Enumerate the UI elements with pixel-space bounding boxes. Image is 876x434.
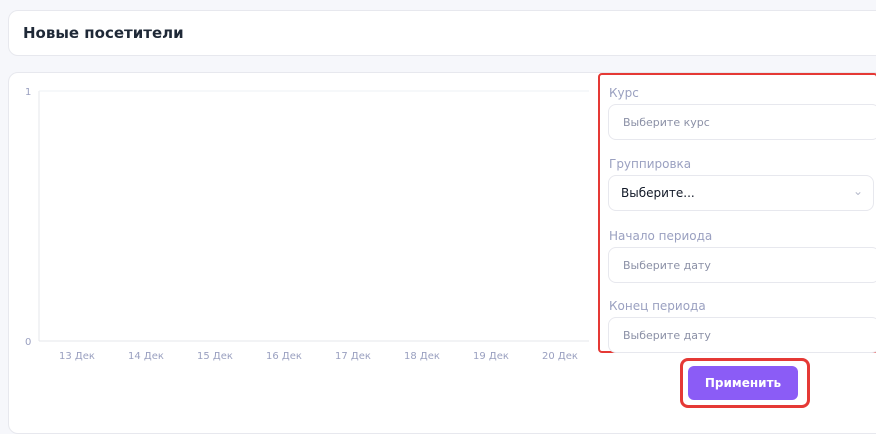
x-tick-label: 18 Дек (404, 351, 440, 362)
end-period-label: Конец периода (609, 299, 706, 313)
grouping-select-value: Выберите... (621, 186, 695, 200)
grouping-label: Группировка (609, 157, 692, 171)
x-tick-label: 15 Дек (197, 351, 233, 362)
chart-svg: 1 0 13 Дек 14 Дек 15 Дек 16 Дек 17 Дек 18 Дек 19… (25, 87, 589, 362)
x-tick-label: 20 Дек (542, 351, 578, 362)
y-tick-label: 1 (25, 87, 31, 98)
grouping-select[interactable]: Выберите... ⌄ (608, 175, 874, 211)
x-tick-label: 17 Дек (335, 351, 371, 362)
header-card: Новые посетители (8, 10, 876, 56)
page-title: Новые посетители (23, 24, 184, 42)
x-tick-label: 19 Дек (473, 351, 509, 362)
chevron-down-icon: ⌄ (852, 184, 863, 198)
x-tick-label: 13 Дек (59, 351, 95, 362)
x-tick-label: 16 Дек (266, 351, 302, 362)
apply-button[interactable]: Применить (688, 366, 798, 400)
start-period-label: Начало периода (609, 229, 713, 243)
start-period-input[interactable]: Выберите дату (608, 247, 876, 283)
course-label: Курс (609, 86, 639, 100)
end-period-input[interactable]: Выберите дату (608, 317, 876, 353)
x-tick-label: 14 Дек (128, 351, 164, 362)
y-tick-label: 0 (25, 337, 31, 348)
course-input[interactable]: Выберите курс (608, 104, 876, 140)
